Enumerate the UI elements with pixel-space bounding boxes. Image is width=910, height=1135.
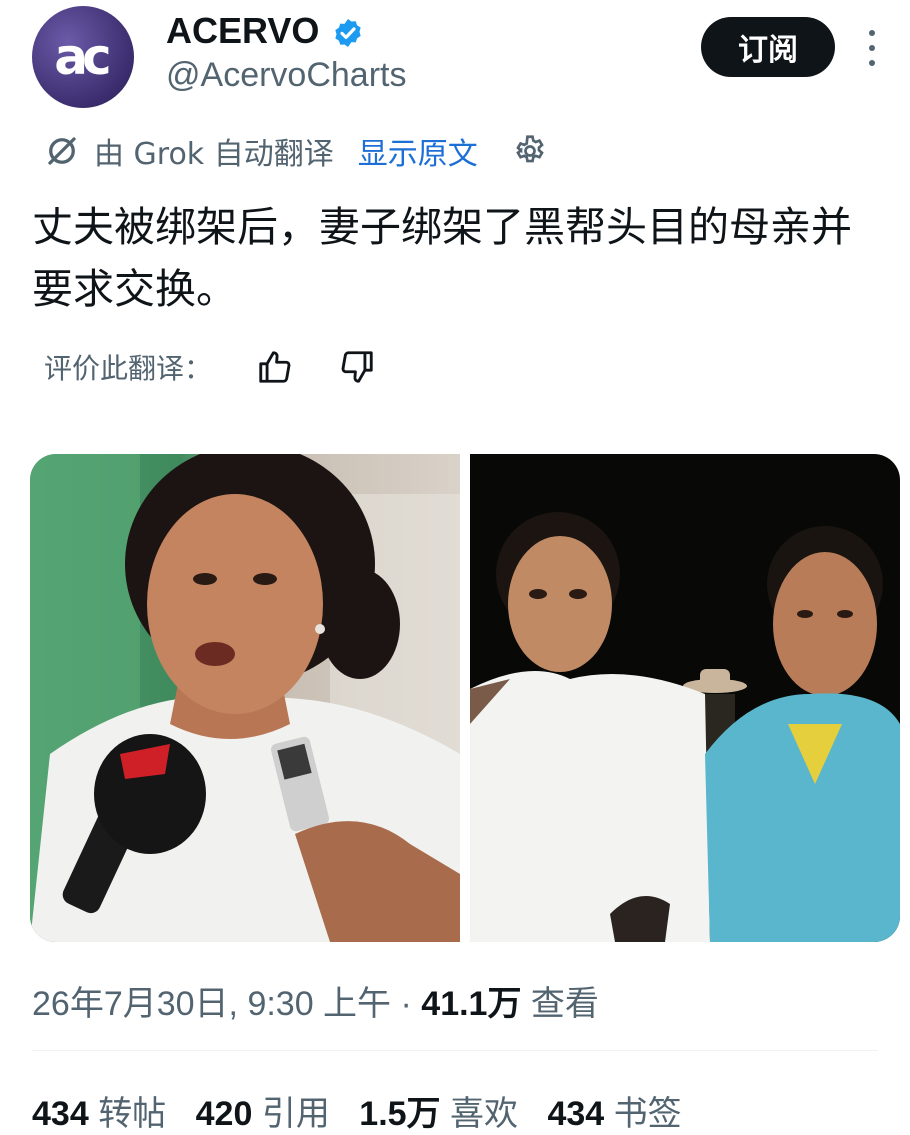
translation-label: 由 Grok 自动翻译	[94, 137, 334, 172]
more-options-icon[interactable]	[866, 30, 878, 66]
tweet-datetime[interactable]: 26年7月30日, 9:30 上午 ·	[32, 985, 421, 1023]
avatar-logo-text: ac	[54, 28, 111, 86]
translation-bar: 由 Grok 自动翻译 显示原文	[44, 128, 548, 174]
verified-badge-icon	[335, 19, 361, 47]
tweet-photo-woman-interview[interactable]	[30, 454, 460, 942]
divider	[32, 1050, 878, 1051]
view-count-label: 查看	[521, 985, 599, 1023]
engagement-stats: 434 转帖 420 引用 1.5万 喜欢 434 书签	[32, 1086, 702, 1135]
subscribe-button[interactable]: 订阅	[701, 17, 835, 77]
tweet-photo-couple-night[interactable]	[470, 454, 900, 942]
show-original-link[interactable]: 显示原文	[358, 129, 478, 173]
rate-translation-label: 评价此翻译：	[44, 352, 213, 385]
stat-bookmarks[interactable]: 434 书签	[547, 1095, 701, 1133]
thumbs-down-icon[interactable]	[338, 348, 376, 386]
stat-likes[interactable]: 1.5万 喜欢	[359, 1095, 538, 1133]
account-handle[interactable]: @AcervoCharts	[166, 56, 406, 95]
account-avatar[interactable]: ac	[32, 6, 134, 108]
grok-icon	[48, 137, 76, 165]
rate-translation-row: 评价此翻译：	[44, 344, 376, 390]
thumbs-up-icon[interactable]	[256, 348, 294, 386]
tweet-text: 丈夫被绑架后，妻子绑架了黑帮头目的母亲并要求交换。	[32, 203, 852, 313]
gear-icon[interactable]	[512, 133, 548, 169]
view-count: 41.1万	[421, 985, 522, 1023]
stat-quotes[interactable]: 420 引用	[196, 1095, 350, 1133]
stat-reposts[interactable]: 434 转帖	[32, 1095, 186, 1133]
tweet-meta: 26年7月30日, 9:30 上午 · 41.1万 查看	[32, 976, 599, 1025]
account-name[interactable]: ACERVO	[166, 10, 319, 52]
